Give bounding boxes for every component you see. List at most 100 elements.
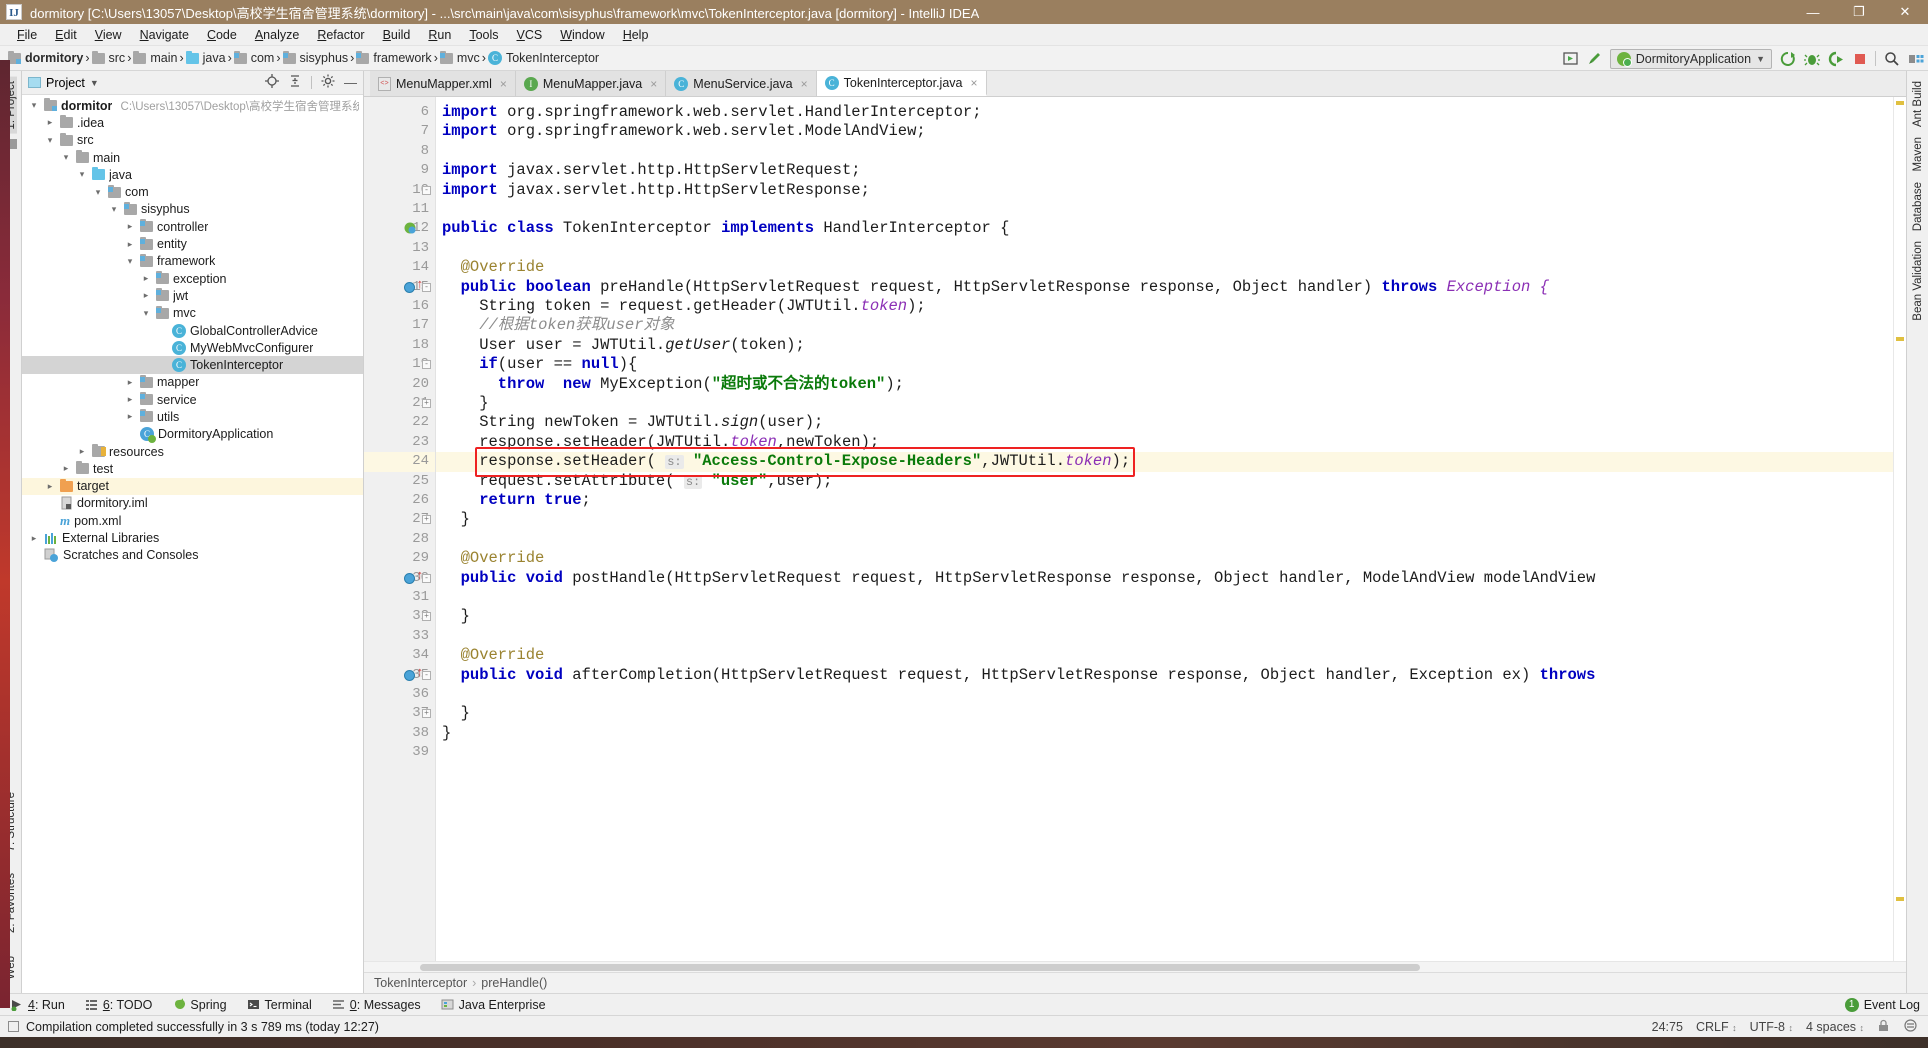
line-number[interactable]: 13: [412, 239, 429, 258]
code-fold-toggle[interactable]: -: [422, 573, 431, 583]
code-line[interactable]: [436, 743, 442, 762]
breadcrumb-item-mvc[interactable]: mvc: [438, 50, 482, 65]
menu-build[interactable]: Build: [374, 26, 420, 44]
run-configuration-selector[interactable]: DormitoryApplication ▼: [1609, 48, 1772, 69]
chevron-right-icon[interactable]: ▸: [124, 239, 136, 250]
code-fold-toggle[interactable]: +: [422, 399, 431, 408]
chevron-down-icon[interactable]: ▾: [92, 187, 104, 198]
breadcrumb-item-main[interactable]: main: [131, 50, 179, 65]
breadcrumb-item-dormitory[interactable]: dormitory: [6, 50, 85, 65]
menu-vcs[interactable]: VCS: [508, 26, 552, 44]
close-tab-icon[interactable]: ×: [970, 76, 977, 90]
line-number[interactable]: 23: [412, 433, 429, 452]
code-line[interactable]: String token = request.getHeader(JWTUtil…: [436, 297, 926, 316]
code-line[interactable]: String newToken = JWTUtil.sign(user);: [436, 413, 823, 432]
tool-window-button-0--messages[interactable]: 0: Messages: [322, 994, 431, 1016]
code-fold-toggle[interactable]: -: [422, 670, 431, 680]
chevron-down-icon[interactable]: ▾: [44, 135, 56, 146]
chevron-right-icon[interactable]: ▸: [124, 411, 136, 422]
line-number[interactable]: 24: [412, 452, 429, 471]
code-line[interactable]: [436, 200, 442, 219]
code-line[interactable]: [436, 239, 442, 258]
tree-node-jwt[interactable]: ▸ jwt: [22, 287, 363, 304]
line-separator[interactable]: CRLF ↕: [1696, 1020, 1737, 1034]
line-number[interactable]: 6: [421, 103, 429, 122]
menu-code[interactable]: Code: [198, 26, 246, 44]
chevron-right-icon[interactable]: ▸: [44, 481, 56, 492]
build-hammer-icon[interactable]: [1586, 50, 1603, 67]
code-line[interactable]: throw new MyException("超时或不合法的token");: [436, 375, 904, 394]
line-number[interactable]: 17: [412, 316, 429, 335]
code-line[interactable]: import javax.servlet.http.HttpServletRes…: [436, 181, 870, 200]
close-button[interactable]: ✕: [1882, 0, 1928, 24]
sidebar-tab-ant-build[interactable]: Ant Build: [1912, 77, 1924, 131]
breadcrumb-item-java[interactable]: java: [184, 50, 228, 65]
error-stripe-markers[interactable]: [1893, 97, 1906, 961]
tree-node-service[interactable]: ▸ service: [22, 391, 363, 408]
menu-analyze[interactable]: Analyze: [246, 26, 308, 44]
debug-button[interactable]: [1803, 50, 1820, 67]
code-line[interactable]: import javax.servlet.http.HttpServletReq…: [436, 161, 861, 180]
code-line[interactable]: @Override: [436, 646, 545, 665]
chevron-down-icon[interactable]: ▾: [28, 100, 40, 111]
chevron-right-icon[interactable]: ▸: [124, 377, 136, 388]
collapse-all-icon[interactable]: [288, 74, 302, 91]
close-tab-icon[interactable]: ×: [801, 77, 808, 91]
menu-edit[interactable]: Edit: [46, 26, 86, 44]
tree-node-dormitory[interactable]: ▾ dormitory C:\Users\13057\Desktop\高校学生宿舍管…: [22, 97, 363, 114]
code-fold-toggle[interactable]: +: [422, 612, 431, 622]
menu-view[interactable]: View: [86, 26, 131, 44]
code-line[interactable]: }: [436, 704, 470, 723]
code-fold-toggle[interactable]: -: [422, 360, 431, 370]
stop-button[interactable]: [1851, 50, 1868, 67]
tool-window-button-spring[interactable]: Spring: [162, 994, 236, 1016]
tree-node-mvc[interactable]: ▾ mvc: [22, 305, 363, 322]
menu-help[interactable]: Help: [614, 26, 658, 44]
tree-node-tokeninterceptor[interactable]: C TokenInterceptor: [22, 356, 363, 374]
close-tab-icon[interactable]: ×: [650, 77, 657, 91]
code-fold-toggle[interactable]: +: [422, 515, 431, 525]
project-structure-icon[interactable]: [1907, 50, 1924, 67]
line-number[interactable]: 8: [421, 142, 429, 161]
line-number[interactable]: 7: [421, 122, 429, 141]
chevron-down-icon[interactable]: ▾: [60, 152, 72, 163]
line-number[interactable]: 16: [412, 297, 429, 316]
tree-node-external-libraries[interactable]: ▸ External Libraries: [22, 529, 363, 546]
code-line[interactable]: if(user == null){: [436, 355, 637, 374]
project-tree[interactable]: ▾ dormitory C:\Users\13057\Desktop\高校学生宿舍管…: [22, 95, 363, 993]
breadcrumb-item-sisyphus[interactable]: sisyphus: [281, 50, 351, 65]
chevron-right-icon[interactable]: ▸: [28, 533, 40, 544]
code-line[interactable]: }: [436, 394, 488, 413]
menu-refactor[interactable]: Refactor: [308, 26, 373, 44]
tool-window-button-terminal[interactable]: Terminal: [237, 994, 322, 1016]
breadcrumb-class[interactable]: TokenInterceptor: [374, 976, 467, 990]
tree-node-framework[interactable]: ▾ framework: [22, 253, 363, 270]
line-number[interactable]: 11: [412, 200, 429, 219]
locate-icon[interactable]: [265, 74, 279, 91]
code-fold-toggle[interactable]: -: [422, 185, 431, 195]
breadcrumb-method[interactable]: preHandle(): [481, 976, 547, 990]
code-line[interactable]: import org.springframework.web.servlet.M…: [436, 122, 926, 141]
override-method-icon[interactable]: [404, 281, 415, 293]
warning-marker[interactable]: [1896, 101, 1904, 105]
hector-icon[interactable]: [1903, 1018, 1918, 1036]
menu-navigate[interactable]: Navigate: [131, 26, 198, 44]
line-number[interactable]: 28: [412, 530, 429, 549]
chevron-right-icon[interactable]: ▸: [124, 394, 136, 405]
line-number[interactable]: 31: [412, 588, 429, 607]
breadcrumb-item-tokeninterceptor[interactable]: C TokenInterceptor: [486, 51, 601, 65]
editor-tab-tokeninterceptor-java[interactable]: C TokenInterceptor.java ×: [816, 71, 987, 96]
code-line[interactable]: [436, 530, 442, 549]
chevron-down-icon[interactable]: ▾: [140, 308, 152, 319]
close-tab-icon[interactable]: ×: [500, 77, 507, 91]
chevron-right-icon[interactable]: ▸: [76, 446, 88, 457]
line-number[interactable]: 9: [421, 161, 429, 180]
code-line[interactable]: }: [436, 607, 470, 626]
run-with-coverage-button[interactable]: [1827, 50, 1844, 67]
code-line[interactable]: [436, 588, 442, 607]
tree-node-target[interactable]: ▸ target: [22, 477, 363, 495]
line-number[interactable]: 22: [412, 413, 429, 432]
code-line[interactable]: import org.springframework.web.servlet.H…: [436, 103, 982, 122]
tree-node-controller[interactable]: ▸ controller: [22, 218, 363, 235]
indent-setting[interactable]: 4 spaces ↕: [1806, 1020, 1864, 1034]
